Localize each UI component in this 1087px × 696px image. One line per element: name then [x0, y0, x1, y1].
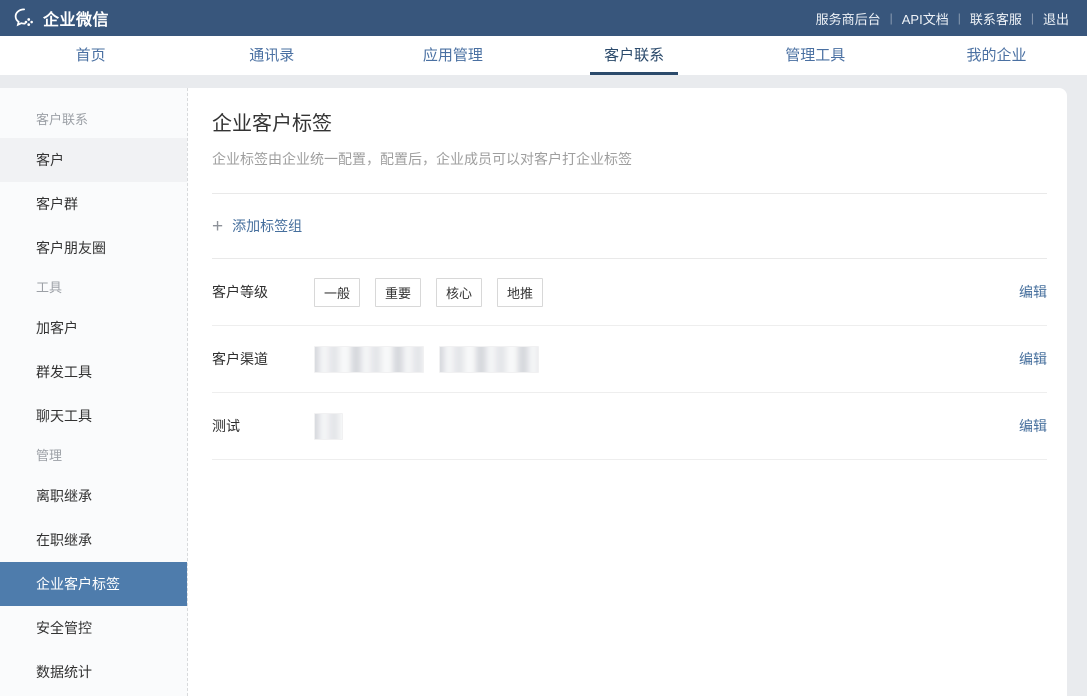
tag-group-name: 客户等级 — [212, 284, 268, 300]
plus-icon: + — [212, 215, 224, 237]
topbar-link[interactable]: 联系客服 — [970, 9, 1022, 28]
tag-chip: 一般 — [314, 277, 361, 307]
topbar-link[interactable]: 服务商后台 — [816, 9, 881, 28]
tag-group-row: 客户等级 一般 重要 核心 地推 编辑 — [212, 259, 1047, 326]
nav-tab-label: 应用管理 — [422, 46, 483, 64]
sidebar-group-header: 工具 — [36, 280, 63, 295]
sidebar-item[interactable]: 群发工具 — [0, 350, 187, 394]
sidebar-item[interactable]: 加客户 — [0, 306, 187, 350]
topbar-link[interactable]: 退出 — [1043, 9, 1069, 28]
page-subtitle: 企业标签由企业统一配置，配置后，企业成员可以对客户打企业标签 — [212, 151, 632, 167]
sidebar-item[interactable]: 离职继承 — [0, 474, 187, 518]
add-tag-group-button[interactable]: + 添加标签组 — [212, 216, 302, 236]
nav-tab-label: 管理工具 — [785, 46, 846, 64]
redacted-blur — [315, 413, 342, 439]
scrollbar-gutter — [1067, 88, 1087, 696]
redacted-tag — [314, 345, 424, 373]
topbar-link-separator: | — [957, 11, 961, 25]
topbar-link-separator: | — [1030, 11, 1034, 25]
sidebar-item[interactable]: 客户 — [0, 138, 187, 182]
page-body: 客户联系 客户 客户群 客户朋友圈 工具 加客户 群发工具 聊天工具 管理 离职继承 在职继承 企业客… — [0, 88, 1087, 696]
sidebar-item[interactable]: 数据统计 — [0, 650, 187, 694]
sidebar-group-header: 客户联系 — [36, 112, 89, 127]
nav-tab[interactable]: 通讯录 — [181, 36, 362, 75]
tag-chip: 地推 — [497, 277, 544, 307]
nav-tab[interactable]: 应用管理 — [362, 36, 543, 75]
edit-tag-group-link[interactable]: 编辑 — [1019, 349, 1047, 369]
tag-group-name: 测试 — [212, 418, 240, 434]
nav-tab[interactable]: 客户联系 — [544, 36, 725, 75]
tag-chip: 重要 — [375, 277, 422, 307]
nav-tab[interactable]: 首页 — [0, 36, 181, 75]
edit-tag-group-link[interactable]: 编辑 — [1019, 282, 1047, 302]
brand-name: 企业微信 — [43, 12, 110, 29]
main-panel: 企业客户标签 企业标签由企业统一配置，配置后，企业成员可以对客户打企业标签 + … — [188, 88, 1067, 696]
add-tag-group-label: 添加标签组 — [232, 218, 303, 234]
sidebar-group-header: 管理 — [36, 448, 63, 463]
redacted-blur — [315, 346, 423, 372]
redacted-tag — [439, 345, 539, 373]
sidebar-item[interactable]: 企业客户标签 — [0, 562, 187, 606]
tag-group-name: 客户渠道 — [212, 351, 268, 367]
sidebar-item[interactable]: 聊天工具 — [0, 394, 187, 438]
wework-logo-icon — [13, 7, 36, 29]
redacted-tag — [314, 412, 343, 440]
brand: 企业微信 — [13, 6, 109, 30]
edit-tag-group-link[interactable]: 编辑 — [1019, 416, 1047, 436]
nav-tab-label: 首页 — [75, 46, 106, 64]
nav-tabs: 首页 通讯录 应用管理 客户联系 管理工具 我的企业 — [0, 36, 1087, 75]
tag-group-row: 测试 编辑 — [212, 393, 1047, 460]
add-tag-group-row: + 添加标签组 — [212, 194, 1047, 259]
nav-tab-label: 客户联系 — [590, 36, 679, 75]
tag-list — [314, 412, 1019, 440]
page-title: 企业客户标签 — [212, 113, 332, 135]
topbar-link-separator: | — [889, 11, 893, 25]
tag-group-list: 客户等级 一般 重要 核心 地推 编辑 客户渠道 编辑 测试 编辑 — [212, 259, 1047, 460]
tag-group-row: 客户渠道 编辑 — [212, 326, 1047, 393]
nav-tab-label: 通讯录 — [249, 46, 295, 64]
tag-list — [314, 345, 1019, 373]
sidebar-item[interactable]: 客户朋友圈 — [0, 226, 187, 270]
topbar-link[interactable]: API文档 — [902, 9, 949, 28]
sidebar-item[interactable]: 安全管控 — [0, 606, 187, 650]
tag-chip: 核心 — [436, 277, 483, 307]
nav-tab-label: 我的企业 — [966, 46, 1027, 64]
sidebar-item[interactable]: 在职继承 — [0, 518, 187, 562]
sidebar-item[interactable]: 客户群 — [0, 182, 187, 226]
nav-tab[interactable]: 管理工具 — [725, 36, 906, 75]
sidebar: 客户联系客户 客户群 客户朋友圈工具加客户 群发工具 聊天工具管理离职继承 在职继承 企业客… — [0, 88, 188, 696]
redacted-blur — [440, 346, 538, 372]
tag-list: 一般 重要 核心 地推 — [314, 277, 1019, 307]
topbar: 企业微信 服务商后台 | API文档 | 联系客服 | 退出 — [0, 0, 1087, 36]
topbar-links: 服务商后台 | API文档 | 联系客服 | 退出 — [816, 9, 1069, 28]
nav-tab[interactable]: 我的企业 — [906, 36, 1087, 75]
